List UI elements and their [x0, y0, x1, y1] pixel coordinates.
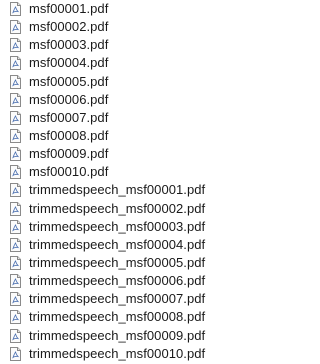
file-row[interactable]: trimmedspeech_msf00010.pdf	[0, 345, 278, 363]
file-name: msf00005.pdf	[29, 73, 109, 89]
pdf-document-icon	[10, 128, 21, 143]
pdf-document-icon	[10, 237, 21, 252]
pdf-document-icon	[10, 110, 21, 125]
file-list: msf00001.pdf msf00002.pdf msf00003.pdf m…	[0, 0, 278, 364]
file-name: trimmedspeech_msf00010.pdf	[29, 345, 206, 361]
file-row[interactable]: trimmedspeech_msf00008.pdf	[0, 308, 278, 326]
file-name: msf00002.pdf	[29, 19, 109, 35]
file-name: msf00004.pdf	[29, 55, 109, 71]
file-row[interactable]: trimmedspeech_msf00001.pdf	[0, 181, 278, 199]
file-row[interactable]: msf00004.pdf	[0, 54, 278, 72]
file-row[interactable]: msf00002.pdf	[0, 18, 278, 36]
file-row[interactable]: trimmedspeech_msf00002.pdf	[0, 200, 278, 218]
file-row[interactable]: msf00007.pdf	[0, 109, 278, 127]
file-name: trimmedspeech_msf00006.pdf	[29, 273, 206, 289]
pdf-document-icon	[10, 165, 21, 180]
file-name: trimmedspeech_msf00005.pdf	[29, 254, 206, 270]
file-name: trimmedspeech_msf00007.pdf	[29, 291, 206, 307]
file-name: msf00003.pdf	[29, 37, 109, 53]
pdf-document-icon	[10, 274, 21, 289]
file-row[interactable]: msf00006.pdf	[0, 91, 278, 109]
pdf-document-icon	[10, 310, 21, 325]
file-name: msf00001.pdf	[29, 1, 109, 16]
file-name: trimmedspeech_msf00004.pdf	[29, 236, 206, 252]
pdf-document-icon	[10, 56, 21, 71]
pdf-document-icon	[10, 183, 21, 198]
pdf-document-icon	[10, 92, 21, 107]
file-name: trimmedspeech_msf00009.pdf	[29, 327, 206, 343]
pdf-document-icon	[10, 255, 21, 270]
pdf-document-icon	[10, 219, 21, 234]
file-row[interactable]: trimmedspeech_msf00005.pdf	[0, 254, 278, 272]
file-row[interactable]: msf00003.pdf	[0, 36, 278, 54]
file-row[interactable]: trimmedspeech_msf00009.pdf	[0, 327, 278, 345]
file-name: msf00008.pdf	[29, 127, 109, 143]
pdf-document-icon	[10, 74, 21, 89]
pdf-document-icon	[10, 292, 21, 307]
file-row[interactable]: trimmedspeech_msf00004.pdf	[0, 236, 278, 254]
pdf-document-icon	[10, 147, 21, 162]
file-name: msf00007.pdf	[29, 109, 109, 125]
file-row[interactable]: trimmedspeech_msf00006.pdf	[0, 272, 278, 290]
pdf-document-icon	[10, 328, 21, 343]
pdf-document-icon	[10, 2, 21, 16]
file-name: trimmedspeech_msf00001.pdf	[29, 182, 206, 198]
file-row[interactable]: trimmedspeech_msf00003.pdf	[0, 218, 278, 236]
file-row[interactable]: msf00001.pdf	[0, 0, 278, 18]
file-name: msf00006.pdf	[29, 91, 109, 107]
pdf-document-icon	[10, 20, 21, 35]
file-name: trimmedspeech_msf00002.pdf	[29, 200, 206, 216]
file-name: trimmedspeech_msf00003.pdf	[29, 218, 206, 234]
file-row[interactable]: msf00005.pdf	[0, 73, 278, 91]
file-name: trimmedspeech_msf00008.pdf	[29, 309, 206, 325]
pdf-document-icon	[10, 38, 21, 53]
file-row[interactable]: msf00009.pdf	[0, 145, 278, 163]
file-row[interactable]: trimmedspeech_msf00007.pdf	[0, 290, 278, 308]
file-name: msf00010.pdf	[29, 164, 109, 180]
file-row[interactable]: msf00010.pdf	[0, 163, 278, 181]
pdf-document-icon	[10, 201, 21, 216]
file-row[interactable]: msf00008.pdf	[0, 127, 278, 145]
pdf-document-icon	[10, 346, 21, 361]
file-name: msf00009.pdf	[29, 146, 109, 162]
